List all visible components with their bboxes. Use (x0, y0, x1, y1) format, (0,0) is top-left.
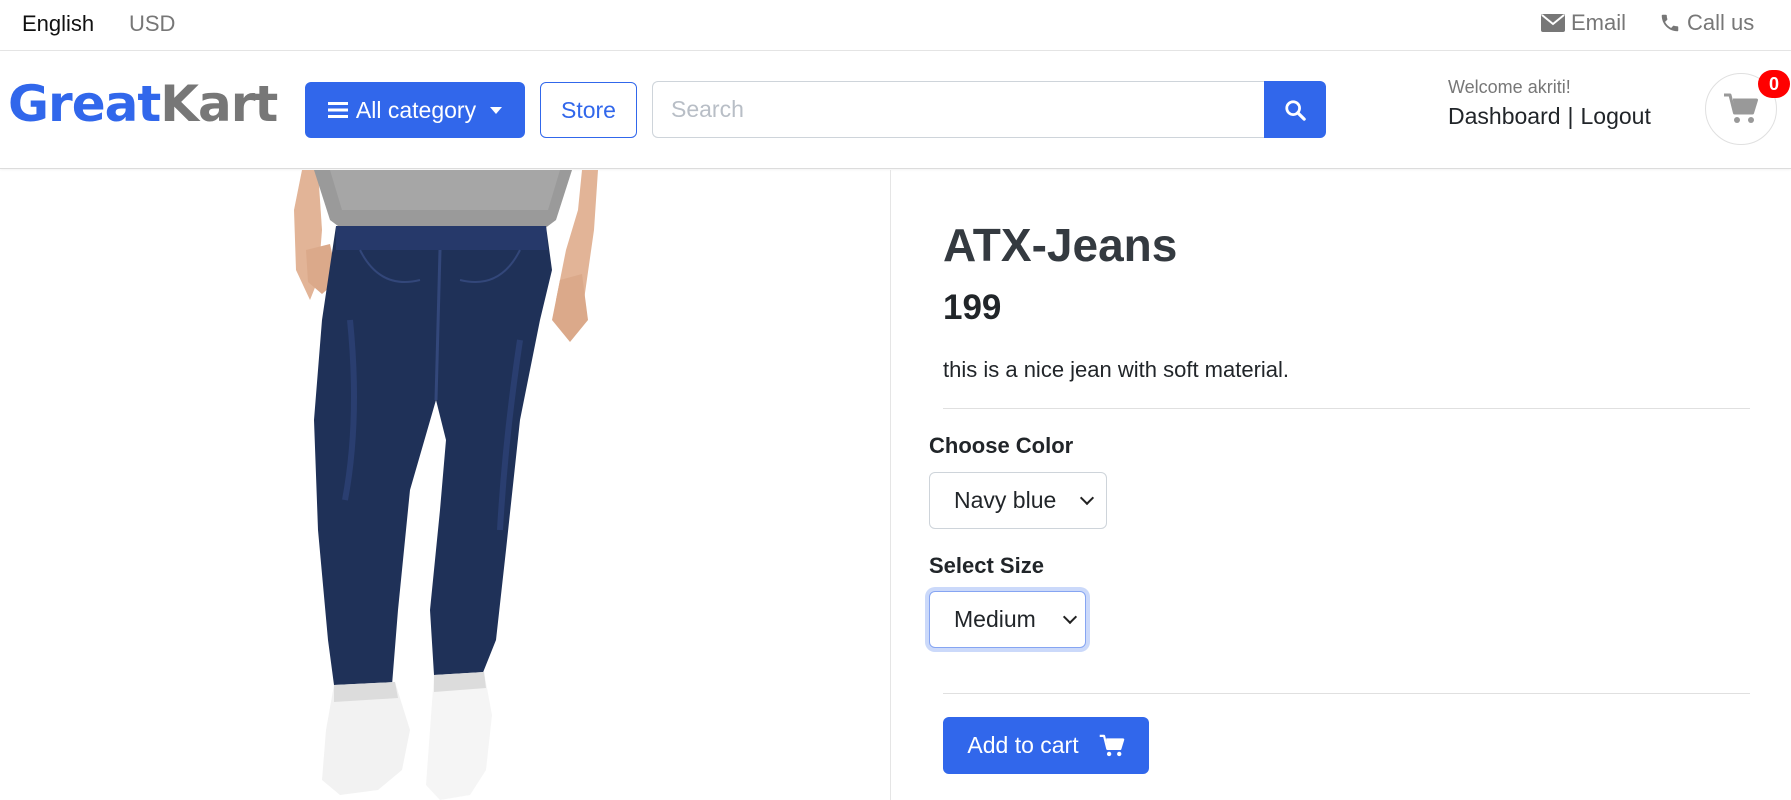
envelope-icon (1541, 14, 1565, 32)
product-image-panel (0, 170, 891, 800)
color-select-value: Navy blue (954, 487, 1057, 513)
all-category-button[interactable]: All category (305, 82, 525, 138)
account-links: Dashboard | Logout (1448, 103, 1651, 130)
search-form (652, 81, 1326, 138)
search-button[interactable] (1264, 81, 1326, 138)
logo-kart: Kart (160, 75, 278, 133)
logo[interactable]: GreatKart (8, 79, 278, 129)
add-to-cart-button[interactable]: Add to cart (943, 717, 1149, 774)
call-label: Call us (1687, 10, 1755, 35)
email-link[interactable]: Email (1541, 10, 1626, 36)
product-description: this is a nice jean with soft material. (943, 357, 1290, 382)
divider (943, 693, 1750, 694)
menu-icon (327, 102, 348, 118)
top-utility-bar: English USD Email Call us (0, 0, 1791, 51)
color-label: Choose Color (929, 433, 1074, 458)
caret-down-icon (490, 106, 503, 114)
search-icon (1285, 99, 1306, 121)
add-to-cart-label: Add to cart (967, 732, 1079, 758)
product-title: ATX-Jeans (943, 219, 1178, 271)
call-link[interactable]: Call us (1659, 10, 1754, 36)
shopping-cart-icon (1724, 93, 1758, 123)
size-label: Select Size (929, 553, 1044, 578)
welcome-text: Welcome akriti! (1448, 77, 1571, 97)
dashboard-link[interactable]: Dashboard (1448, 103, 1561, 130)
logo-great: Great (8, 75, 161, 133)
store-button[interactable]: Store (540, 82, 637, 138)
product-image (294, 170, 598, 800)
divider (943, 408, 1750, 409)
language-selector[interactable]: English (22, 11, 94, 37)
logout-link[interactable]: Logout (1581, 103, 1651, 130)
product-price: 199 (943, 288, 1002, 327)
phone-icon (1661, 14, 1679, 32)
search-input[interactable] (652, 81, 1264, 138)
product-details-panel: ATX-Jeans 199 this is a nice jean with s… (891, 170, 1791, 800)
shopping-cart-icon (1099, 734, 1124, 756)
size-select[interactable]: Medium (929, 591, 1086, 648)
all-category-label: All category (355, 96, 477, 123)
email-label: Email (1571, 10, 1627, 35)
cart-count-badge: 0 (1758, 70, 1790, 98)
link-separator: | (1567, 103, 1574, 129)
site-header: GreatKart All category Store Welcome akr… (0, 51, 1791, 169)
color-select[interactable]: Navy blue (929, 472, 1107, 529)
chevron-down-icon (1062, 609, 1078, 624)
currency-selector[interactable]: USD (129, 11, 175, 37)
size-select-value: Medium (954, 606, 1036, 632)
chevron-down-icon (1079, 490, 1095, 505)
